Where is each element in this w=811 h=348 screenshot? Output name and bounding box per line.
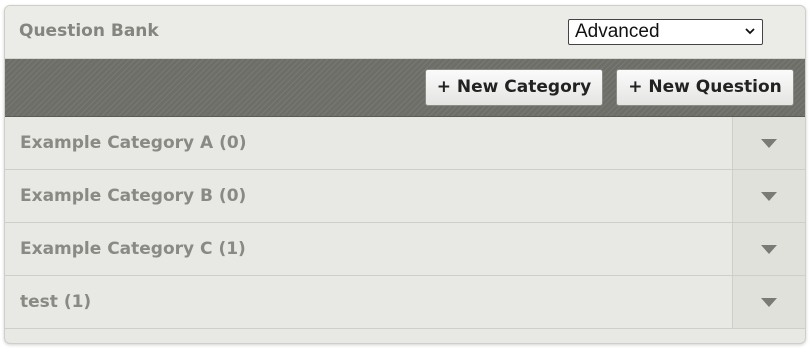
new-category-button[interactable]: + New Category xyxy=(425,69,603,106)
caret-down-icon xyxy=(761,298,777,307)
panel-header: Question Bank Advanced xyxy=(5,6,805,59)
caret-down-icon xyxy=(761,245,777,254)
caret-down-icon xyxy=(761,139,777,148)
expand-toggle[interactable] xyxy=(732,223,805,275)
category-label: Example Category C (1) xyxy=(20,239,246,259)
caret-down-icon xyxy=(761,192,777,201)
expand-toggle[interactable] xyxy=(732,170,805,222)
category-row[interactable]: Example Category C (1) xyxy=(5,223,805,276)
chevron-down-icon xyxy=(745,28,755,35)
category-row[interactable]: Example Category A (0) xyxy=(5,117,805,170)
mode-select-value: Advanced xyxy=(575,21,660,42)
question-bank-panel: Question Bank Advanced + New Category + … xyxy=(4,5,806,344)
category-list: Example Category A (0) Example Category … xyxy=(5,117,805,329)
new-question-button[interactable]: + New Question xyxy=(616,69,794,106)
mode-select[interactable]: Advanced xyxy=(568,19,763,45)
category-label: test (1) xyxy=(20,292,92,312)
category-label: Example Category A (0) xyxy=(20,133,247,153)
category-row[interactable]: test (1) xyxy=(5,276,805,329)
expand-toggle[interactable] xyxy=(732,276,805,328)
category-label: Example Category B (0) xyxy=(20,186,247,206)
panel-title: Question Bank xyxy=(19,21,159,41)
expand-toggle[interactable] xyxy=(732,117,805,169)
toolbar: + New Category + New Question xyxy=(5,59,805,117)
category-row[interactable]: Example Category B (0) xyxy=(5,170,805,223)
